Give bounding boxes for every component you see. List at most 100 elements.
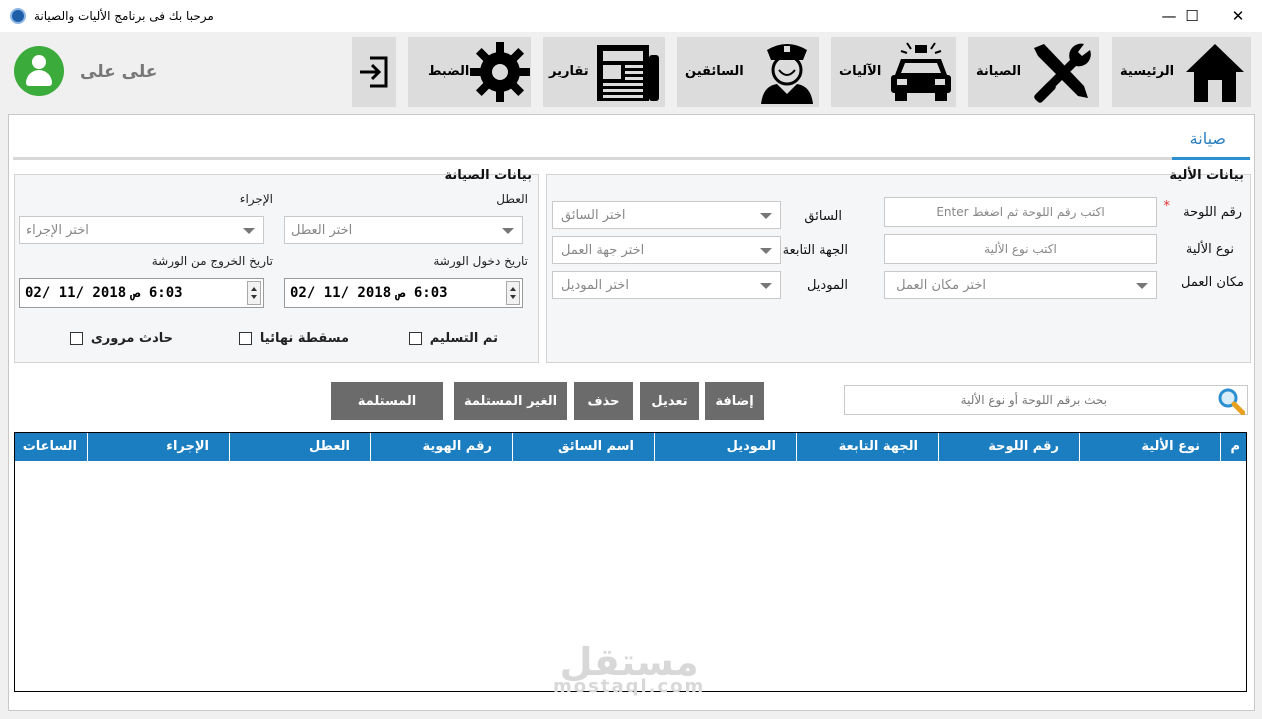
user-avatar-icon xyxy=(14,46,64,96)
column-fault[interactable]: العطل xyxy=(229,433,370,461)
reports-label: تقارير xyxy=(549,64,589,79)
settings-button[interactable]: الضبط xyxy=(408,37,531,107)
drivers-button[interactable]: السائقين xyxy=(677,37,819,107)
action-label: الإجراء xyxy=(239,192,273,206)
maintenance-data-group: بيانات الصيانة العطل اختر العطل الإجراء … xyxy=(14,168,539,363)
maintenance-group-title: بيانات الصيانة xyxy=(444,168,532,183)
watermark-logo: مستقل mostaql.com xyxy=(553,640,705,697)
window-title: مرحبا بك فى برنامج الأليات والصيانة xyxy=(34,9,214,23)
column-hours[interactable]: الساعات xyxy=(15,433,87,461)
chevron-down-icon xyxy=(760,283,772,289)
driver-label: السائق xyxy=(804,209,842,224)
delete-button[interactable]: حذف xyxy=(574,382,633,420)
title-bar: مرحبا بك فى برنامج الأليات والصيانة — ☐ … xyxy=(0,0,1262,32)
driver-select[interactable]: اختر السائق xyxy=(552,201,781,229)
fault-label: العطل xyxy=(496,192,528,206)
model-select[interactable]: اختر الموديل xyxy=(552,271,781,299)
driver-value: اختر السائق xyxy=(561,208,626,223)
main-toolbar: على على الضبط تقارير السائقين الآليات ال… xyxy=(0,32,1262,112)
plate-input[interactable]: اكتب رقم اللوحة ثم اضغط Enter xyxy=(884,197,1157,227)
entry-time-value: 6:03 ص xyxy=(397,285,448,301)
vehicle-type-input[interactable]: اكتب نوع الألية xyxy=(884,234,1157,264)
maintenance-label: الصيانة xyxy=(976,64,1022,79)
fault-select[interactable]: اختر العطل xyxy=(284,216,523,244)
edit-button[interactable]: تعديل xyxy=(640,382,699,420)
tools-icon xyxy=(1034,43,1091,103)
dept-value: اختر جهة العمل xyxy=(561,243,645,258)
home-label: الرئيسية xyxy=(1120,64,1175,79)
chevron-down-icon xyxy=(502,228,514,234)
exit-date-spinner[interactable] xyxy=(247,281,261,305)
close-button[interactable]: ✕ xyxy=(1215,0,1261,32)
received-button[interactable]: المستلمة xyxy=(331,382,443,420)
exit-time-value: 6:03 ص xyxy=(132,285,183,301)
checkbox-box[interactable] xyxy=(69,332,83,345)
column-model[interactable]: الموديل xyxy=(654,433,796,461)
checkbox-box[interactable] xyxy=(238,332,252,345)
search-placeholder: بحث برقم اللوحة أو نوع الألية xyxy=(960,393,1107,407)
dept-label: الجهة التابعة xyxy=(782,243,848,258)
scrapped-label: مسقطة نهائيا xyxy=(259,331,349,346)
grid-header: م نوع الألية رقم اللوحة الجهة التابعة ال… xyxy=(15,433,1246,461)
newspaper-icon xyxy=(597,45,659,101)
column-vehicle-type[interactable]: نوع الألية xyxy=(1079,433,1220,461)
tab-underline xyxy=(13,157,1250,160)
vehicles-label: الآليات xyxy=(839,64,882,79)
search-icon[interactable] xyxy=(1217,387,1245,415)
plate-label: رقم اللوحة xyxy=(1183,205,1242,220)
not-received-button[interactable]: الغير المستلمة xyxy=(454,382,567,420)
entry-date-value: 02/ 11/ 2018 xyxy=(290,285,392,301)
logout-icon xyxy=(360,56,388,88)
entry-date-picker[interactable]: 02/ 11/ 2018 6:03 ص xyxy=(284,278,523,308)
delivered-label: تم التسليم xyxy=(429,331,498,346)
driver-icon xyxy=(761,44,813,104)
home-button[interactable]: الرئيسية xyxy=(1112,37,1251,107)
accident-label: حادث مرورى xyxy=(90,331,173,346)
column-dept[interactable]: الجهة التابعة xyxy=(796,433,938,461)
exit-date-picker[interactable]: 02/ 11/ 2018 6:03 ص xyxy=(19,278,264,308)
column-id-number[interactable]: رقم الهوية xyxy=(370,433,512,461)
action-value: اختر الإجراء xyxy=(26,223,89,238)
drivers-label: السائقين xyxy=(685,64,744,79)
vehicle-data-group: بيانات الألية رقم اللوحة * اكتب رقم اللو… xyxy=(546,168,1251,363)
chevron-down-icon xyxy=(760,213,772,219)
action-select[interactable]: اختر الإجراء xyxy=(19,216,264,244)
maintenance-button[interactable]: الصيانة xyxy=(968,37,1099,107)
search-input[interactable]: بحث برقم اللوحة أو نوع الألية xyxy=(844,385,1248,415)
delivered-checkbox[interactable]: تم التسليم xyxy=(408,331,498,346)
workplace-value: اختر مكان العمل xyxy=(896,278,986,293)
watermark-en: mostaql.com xyxy=(553,676,706,697)
maintenance-panel: صيانة بيانات الألية رقم اللوحة * اكتب رق… xyxy=(8,114,1255,711)
police-car-icon xyxy=(891,42,951,101)
exit-date-value: 02/ 11/ 2018 xyxy=(25,285,127,301)
home-icon xyxy=(1186,44,1244,102)
checkbox-box[interactable] xyxy=(408,332,422,345)
vehicles-button[interactable]: الآليات xyxy=(831,37,956,107)
required-mark: * xyxy=(1163,199,1171,214)
dept-select[interactable]: اختر جهة العمل xyxy=(552,236,781,264)
add-button[interactable]: إضافة xyxy=(705,382,764,420)
column-index[interactable]: م xyxy=(1220,433,1248,461)
fault-value: اختر العطل xyxy=(291,223,353,238)
scrapped-checkbox[interactable]: مسقطة نهائيا xyxy=(238,331,349,346)
gear-icon xyxy=(470,42,530,102)
vehicle-type-label: نوع الألية xyxy=(1185,242,1234,257)
vehicle-group-title: بيانات الألية xyxy=(1169,168,1244,183)
chevron-down-icon xyxy=(1136,283,1148,289)
tab-maintenance[interactable]: صيانة xyxy=(1190,129,1226,148)
accident-checkbox[interactable]: حادث مرورى xyxy=(69,331,173,346)
maximize-button[interactable]: ☐ xyxy=(1169,0,1215,32)
user-name: على على xyxy=(80,62,158,82)
model-value: اختر الموديل xyxy=(561,278,629,293)
chevron-down-icon xyxy=(243,228,255,234)
column-action[interactable]: الإجراء xyxy=(87,433,229,461)
chevron-down-icon xyxy=(760,248,772,254)
logout-button[interactable] xyxy=(352,37,396,107)
column-driver-name[interactable]: اسم السائق xyxy=(512,433,654,461)
column-plate[interactable]: رقم اللوحة xyxy=(938,433,1079,461)
entry-date-label: تاريخ دخول الورشة xyxy=(433,254,528,268)
reports-button[interactable]: تقارير xyxy=(543,37,665,107)
workplace-select[interactable]: اختر مكان العمل xyxy=(884,271,1157,299)
exit-date-label: تاريخ الخروج من الورشة xyxy=(151,254,273,268)
entry-date-spinner[interactable] xyxy=(506,281,520,305)
